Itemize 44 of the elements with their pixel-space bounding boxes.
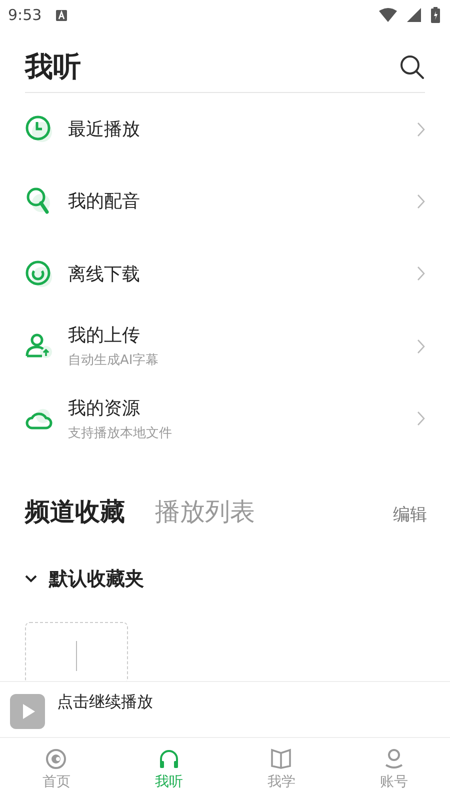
folder-title: 默认收藏夹 [49,567,144,592]
book-icon [270,748,292,770]
menu-label: 我的上传 [68,324,141,348]
chevron-right-icon [417,338,425,354]
menu-item[interactable]: 离线下载 [25,238,425,310]
nav-label: 我学 [267,772,296,790]
clock-icon [25,115,53,143]
menu-item[interactable]: 我的资源 支持播放本地文件 [25,382,425,455]
chevron-right-icon [417,194,425,209]
magnifier-icon [25,187,53,216]
menu-subtitle: 支持播放本地文件 [68,424,173,442]
tab[interactable]: 频道收藏 [25,495,125,528]
disc-icon [45,748,68,770]
user-upload-icon [25,332,53,360]
play-icon[interactable] [10,694,45,729]
battery-icon [431,7,440,23]
menu-subtitle: 自动生成AI字幕 [68,352,160,370]
chevron-right-icon [417,266,425,282]
nav-label: 首页 [42,772,70,790]
menu-label: 离线下载 [68,262,141,286]
status-time: 9:53 [8,6,42,24]
folder-header[interactable]: 默认收藏夹 [25,566,425,592]
menu-item[interactable]: 最近播放 [25,93,425,165]
wifi-icon [379,8,397,22]
keyboard-icon [56,10,67,20]
search-icon[interactable] [399,54,425,80]
menu-item[interactable]: 我的上传 自动生成AI字幕 [25,310,425,382]
chevron-right-icon [417,122,425,136]
edit-link[interactable]: 编辑 [393,503,427,526]
menu-item[interactable]: 我的配音 [25,165,425,238]
power-ring-icon [25,260,53,288]
mini-player[interactable]: 点击继续播放 [0,681,450,738]
page-title: 我听 [25,49,81,85]
nav-label: 我听 [154,772,183,790]
chevron-right-icon [417,411,425,426]
user-icon [382,748,405,770]
signal-icon [407,8,421,22]
headphones-icon [158,748,180,770]
menu-label: 我的资源 [68,396,141,420]
nav-label: 账号 [380,772,408,790]
add-placeholder[interactable] [25,622,128,681]
player-label: 点击继续播放 [57,692,153,713]
menu-label: 我的配音 [68,190,141,214]
menu-label: 最近播放 [68,118,141,141]
